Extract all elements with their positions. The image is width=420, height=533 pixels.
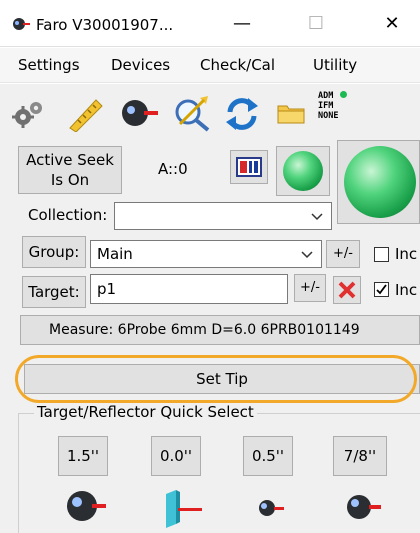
target-inc-checkbox[interactable] (374, 282, 389, 297)
title-bar[interactable]: Faro V30001907... — ☐ ✕ (0, 0, 420, 47)
menu-check-cal[interactable]: Check/Cal (200, 56, 275, 74)
small-sphere-button[interactable] (276, 146, 330, 196)
small-green-sphere-icon (283, 151, 323, 191)
group-dropdown[interactable]: Main (90, 240, 322, 268)
magnify-probe-icon[interactable] (172, 94, 212, 132)
probe-target-icon[interactable] (120, 96, 160, 130)
group-button[interactable]: Group: (22, 236, 86, 268)
toolbar: ADM IFM NONE (0, 84, 420, 139)
window-title: Faro V30001907... (36, 16, 174, 34)
maximize-button[interactable]: ☐ (296, 10, 336, 40)
size-7-8-button[interactable]: 7/8'' (333, 436, 387, 476)
ruler-icon[interactable] (66, 96, 104, 133)
close-button[interactable]: ✕ (372, 10, 412, 40)
size-1-5-button[interactable]: 1.5'' (58, 436, 108, 476)
red-x-icon (338, 281, 356, 299)
active-seek-line2: Is On (50, 171, 90, 189)
chevron-down-icon (311, 213, 323, 221)
delete-target-button[interactable] (333, 276, 361, 304)
minimize-button[interactable]: — (222, 10, 262, 40)
target-plusminus-button[interactable]: +/- (294, 274, 326, 302)
large-sphere-button[interactable] (337, 140, 420, 224)
size-0-0-button[interactable]: 0.0'' (151, 436, 201, 476)
active-seek-line1: Active Seek (26, 151, 114, 169)
collection-label: Collection: (28, 206, 108, 224)
surface-probe-icon[interactable] (160, 488, 204, 528)
ifm-label: IFM (318, 101, 334, 111)
large-green-sphere-icon (344, 146, 416, 218)
reflector-0-5-icon[interactable] (256, 496, 286, 520)
display-button[interactable] (230, 150, 268, 184)
quick-select-title: Target/Reflector Quick Select (34, 403, 257, 421)
target-inc-label: Inc (395, 281, 418, 299)
folder-icon[interactable] (277, 102, 305, 124)
adm-label: ADM (318, 91, 334, 101)
refresh-icon[interactable] (224, 96, 260, 132)
chevron-down-icon (301, 251, 313, 259)
target-button[interactable]: Target: (22, 276, 86, 308)
app-icon (12, 17, 30, 31)
collection-dropdown[interactable] (114, 202, 332, 230)
group-value: Main (97, 245, 133, 263)
menu-utility[interactable]: Utility (313, 56, 357, 74)
menu-settings[interactable]: Settings (18, 56, 80, 74)
group-inc-checkbox[interactable] (374, 247, 389, 262)
reflector-7-8-icon[interactable] (344, 490, 382, 524)
adm-status-dot-icon (340, 91, 348, 98)
measure-probe-button[interactable]: Measure: 6Probe 6mm D=6.0 6PRB0101149 (20, 315, 420, 345)
highlight-oval (15, 355, 417, 403)
menu-bar: Settings Devices Check/Cal Utility (0, 48, 420, 83)
group-inc-label: Inc (395, 245, 418, 263)
checkmark-icon (376, 284, 387, 295)
display-panel-icon (236, 157, 262, 177)
gear-icon[interactable] (12, 99, 46, 129)
size-0-5-button[interactable]: 0.5'' (243, 436, 293, 476)
active-seek-button[interactable]: Active Seek Is On (18, 146, 122, 194)
target-input[interactable]: p1 (90, 274, 288, 304)
adm-ifm-status: ADM IFM NONE (318, 91, 368, 133)
menu-devices[interactable]: Devices (111, 56, 170, 74)
group-plusminus-button[interactable]: +/- (326, 240, 360, 268)
target-value: p1 (97, 280, 117, 298)
angle-readout: A::0 (158, 160, 188, 178)
reflector-1-5-icon[interactable] (64, 486, 108, 526)
none-label: NONE (318, 111, 339, 121)
